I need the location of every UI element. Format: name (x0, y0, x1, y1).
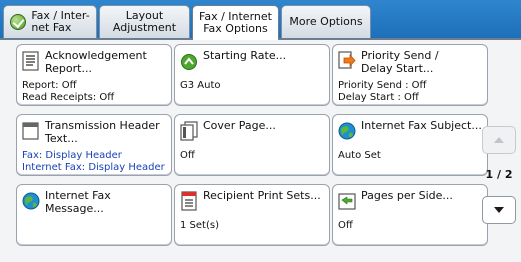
tab-label: More Options (289, 15, 363, 28)
tab-more-options[interactable]: More Options (281, 5, 371, 38)
internet-fax-message-button[interactable]: Internet Fax Message... (16, 184, 172, 246)
card-title: Pages per Side... (361, 189, 453, 202)
check-circle-icon (10, 14, 27, 30)
priority-send-arrow-icon (338, 51, 356, 69)
tab-label: Layout Adjustment (112, 9, 177, 34)
pages-per-side-icon (338, 193, 356, 210)
card-values: Report: Off Read Receipts: Off (22, 80, 115, 103)
header-document-icon (22, 122, 39, 140)
priority-send-delay-start-button[interactable]: Priority Send / Delay Start... Priority … (332, 44, 488, 106)
tab-label: Fax / Internet Fax Options (199, 10, 272, 35)
globe-icon (22, 192, 40, 210)
card-title: Recipient Print Sets... (203, 189, 321, 202)
page-up-button[interactable] (482, 126, 516, 154)
page-down-button[interactable] (482, 196, 516, 224)
triangle-up-icon (494, 137, 504, 143)
card-values: G3 Auto (180, 80, 221, 91)
page-indicator: 1 / 2 (485, 168, 513, 181)
tab-bar: Fax / Inter- net Fax Layout Adjustment F… (0, 0, 521, 40)
card-title: Cover Page... (203, 119, 276, 132)
card-title: Transmission Header Text... (45, 119, 160, 145)
card-values: Auto Set (338, 150, 381, 161)
card-title: Internet Fax Message... (45, 189, 111, 215)
globe-icon (338, 122, 356, 140)
tab-fax-internet-fax-options[interactable]: Fax / Internet Fax Options (192, 5, 279, 40)
card-title: Internet Fax Subject... (361, 119, 482, 132)
transmission-header-text-button[interactable]: Transmission Header Text... Fax: Display… (16, 114, 172, 176)
card-values: Off (338, 220, 353, 231)
internet-fax-subject-button[interactable]: Internet Fax Subject... Auto Set (332, 114, 488, 176)
card-title: Acknowledgement Report... (45, 49, 147, 75)
print-sets-icon (181, 191, 197, 211)
card-values: Off (180, 150, 195, 161)
tab-fax-internet-fax[interactable]: Fax / Inter- net Fax (3, 5, 97, 38)
card-title: Starting Rate... (203, 49, 287, 62)
card-values: Priority Send : Off Delay Start : Off (338, 80, 427, 103)
cover-page-button[interactable]: Cover Page... Off (174, 114, 330, 176)
cover-page-icon (180, 121, 198, 141)
acknowledgement-report-button[interactable]: Acknowledgement Report... Report: Off Re… (16, 44, 172, 106)
tab-label: Fax / Inter- net Fax (31, 9, 90, 34)
options-panel: Acknowledgement Report... Report: Off Re… (0, 38, 521, 262)
pages-per-side-button[interactable]: Pages per Side... Off (332, 184, 488, 246)
green-arrow-circle-icon (181, 54, 197, 70)
card-values: 1 Set(s) (180, 220, 219, 231)
card-values: Fax: Display Header Internet Fax: Displa… (22, 150, 165, 173)
tab-layout-adjustment[interactable]: Layout Adjustment (99, 5, 190, 38)
card-title: Priority Send / Delay Start... (361, 49, 439, 75)
triangle-down-icon (494, 207, 504, 213)
recipient-print-sets-button[interactable]: Recipient Print Sets... 1 Set(s) (174, 184, 330, 246)
report-document-icon (22, 51, 39, 71)
starting-rate-button[interactable]: Starting Rate... G3 Auto (174, 44, 330, 106)
